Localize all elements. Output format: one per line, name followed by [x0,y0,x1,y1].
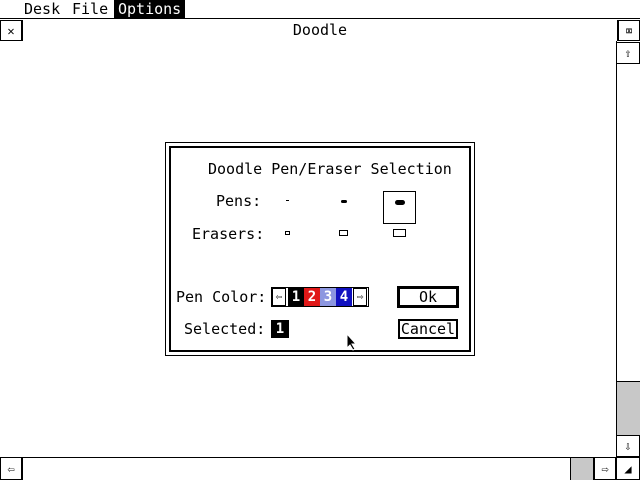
color-right-arrow-icon[interactable]: ⇨ [353,288,367,306]
pen-medium[interactable] [335,192,353,210]
ok-button[interactable]: Ok [397,286,459,308]
resize-box-icon[interactable]: ◢ [616,457,640,480]
eraser-large-icon[interactable] [393,229,406,237]
dialog-title: Doodle Pen/Eraser Selection [208,160,452,178]
horizontal-scroll-thumb[interactable] [23,458,571,480]
color-swatch-3[interactable]: 3 [320,288,336,306]
pen-small[interactable] [280,192,296,210]
erasers-label: Erasers: [192,225,265,243]
pen-color-label: Pen Color: [176,288,267,306]
scroll-up-icon[interactable]: ⇧ [616,42,640,64]
color-swatch-4[interactable]: 4 [336,288,352,306]
menu-file[interactable]: File [68,0,112,19]
eraser-small-icon[interactable] [285,231,290,235]
color-swatch-1[interactable]: 1 [288,288,304,306]
pen-small-dot-icon [286,200,289,201]
menu-options[interactable]: Options [114,0,186,19]
scroll-right-icon[interactable]: ⇨ [594,457,616,480]
color-swatch-2[interactable]: 2 [304,288,320,306]
close-box-icon[interactable]: ✕ [0,20,22,41]
vertical-scroll-thumb[interactable] [617,64,640,382]
pen-large-selected[interactable] [383,191,416,224]
pen-medium-dot-icon [341,200,347,203]
mouse-pointer-icon [346,333,358,351]
eraser-medium-icon[interactable] [339,230,348,236]
cancel-button[interactable]: Cancel [398,319,458,339]
selected-color-indicator: 1 [271,320,289,338]
fuller-box-icon[interactable]: ⌧ [618,20,640,41]
pens-label: Pens: [216,192,262,210]
scroll-down-icon[interactable]: ⇩ [616,435,640,457]
color-left-arrow-icon[interactable]: ⇦ [272,288,286,306]
menu-desk[interactable]: Desk [20,0,64,19]
pen-large-dot-icon [395,200,405,205]
scroll-left-icon[interactable]: ⇦ [0,457,22,480]
selected-label: Selected: [184,320,266,338]
window-title: Doodle [22,20,618,41]
